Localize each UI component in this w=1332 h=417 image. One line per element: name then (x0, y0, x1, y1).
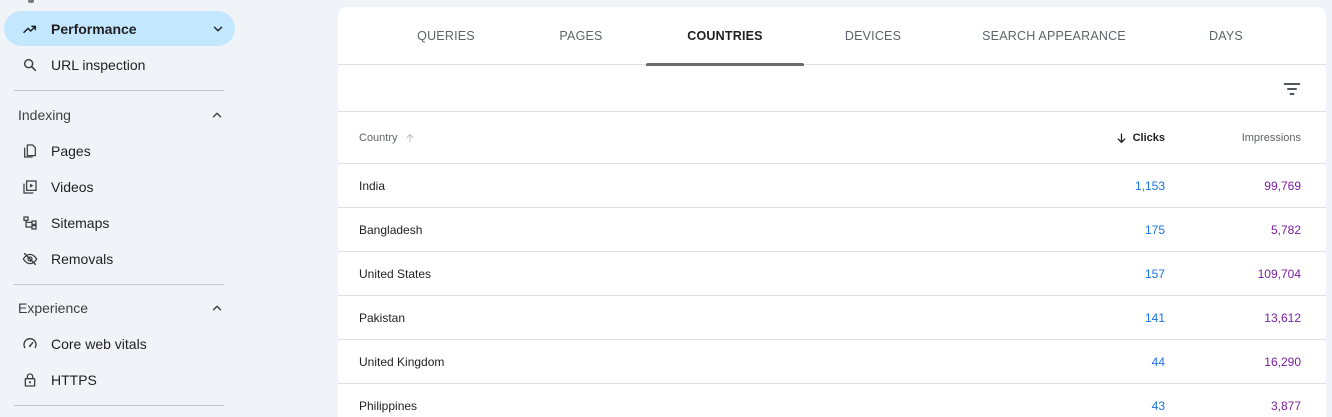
sidebar-item-removals[interactable]: Removals (4, 241, 235, 276)
table-row[interactable]: India 1,153 99,769 (338, 164, 1326, 208)
arrow-down-icon (1117, 133, 1125, 143)
tab-devices[interactable]: DEVICES (823, 7, 923, 65)
tab-queries[interactable]: QUERIES (396, 7, 496, 65)
section-title: Indexing (18, 107, 71, 123)
tab-search-appearance[interactable]: SEARCH APPEARANCE (969, 7, 1139, 65)
column-header-impressions[interactable]: Impressions (1242, 112, 1301, 164)
eye-off-icon (21, 250, 39, 268)
sidebar-item-label: HTTPS (51, 371, 97, 388)
table-toolbar (338, 65, 1326, 112)
cell-country: Bangladesh (359, 223, 423, 237)
scrolled-item-remnant (28, 0, 34, 3)
cell-clicks: 157 (1144, 267, 1165, 281)
filter-rows-button[interactable] (1280, 77, 1304, 101)
section-toggle-experience[interactable]: Experience (18, 296, 226, 320)
search-icon (21, 56, 39, 74)
performance-report-card: QUERIES PAGES COUNTRIES DEVICES SEARCH A… (338, 7, 1326, 417)
sidebar-item-label: Pages (51, 142, 91, 159)
sidebar: Performance URL inspection Indexing Page… (0, 0, 240, 417)
trending-up-icon (21, 20, 39, 38)
cell-clicks: 1,153 (1134, 179, 1165, 193)
sidebar-divider (14, 90, 224, 91)
table-row[interactable]: Philippines 43 3,877 (338, 384, 1326, 417)
table-row[interactable]: United States 157 109,704 (338, 252, 1326, 296)
lock-icon (21, 371, 39, 389)
column-header-country[interactable]: Country (359, 112, 416, 164)
table-row[interactable]: United Kingdom 44 16,290 (338, 340, 1326, 384)
sidebar-item-https[interactable]: HTTPS (4, 362, 235, 397)
cell-clicks: 141 (1144, 311, 1165, 325)
cell-country: United Kingdom (359, 355, 445, 369)
cell-clicks: 175 (1144, 223, 1165, 237)
sidebar-item-videos[interactable]: Videos (4, 169, 235, 204)
sitemap-icon (21, 214, 39, 232)
chevron-up-icon (212, 305, 222, 311)
video-icon (21, 178, 39, 196)
cell-impressions: 99,769 (1264, 179, 1301, 193)
cell-impressions: 16,290 (1264, 355, 1301, 369)
cell-impressions: 13,612 (1264, 311, 1301, 325)
section-toggle-indexing[interactable]: Indexing (18, 103, 226, 127)
chevron-up-icon (212, 112, 222, 118)
sidebar-item-core-web-vitals[interactable]: Core web vitals (4, 326, 235, 361)
cell-impressions: 109,704 (1257, 267, 1301, 281)
sidebar-item-label: Sitemaps (51, 214, 110, 231)
section-title: Experience (18, 300, 89, 316)
cell-country: India (359, 179, 386, 193)
chevron-down-icon[interactable] (211, 22, 225, 36)
cell-impressions: 5,782 (1270, 223, 1301, 237)
report-tabs: QUERIES PAGES COUNTRIES DEVICES SEARCH A… (338, 7, 1326, 66)
cell-country: Philippines (359, 399, 418, 413)
sidebar-item-sitemaps[interactable]: Sitemaps (4, 205, 235, 240)
tab-countries[interactable]: COUNTRIES (646, 7, 804, 66)
sidebar-divider (14, 284, 224, 285)
sidebar-item-performance[interactable]: Performance (4, 11, 235, 46)
sidebar-item-label: Removals (51, 250, 114, 267)
tab-days[interactable]: DAYS (1176, 7, 1276, 65)
table-row[interactable]: Bangladesh 175 5,782 (338, 208, 1326, 252)
sidebar-item-label: Performance (51, 20, 137, 37)
column-header-clicks[interactable]: Clicks (1115, 112, 1165, 164)
sidebar-item-label: URL inspection (51, 56, 146, 73)
cell-country: United States (359, 267, 432, 281)
cell-clicks: 44 (1151, 355, 1165, 369)
table-row[interactable]: Pakistan 141 13,612 (338, 296, 1326, 340)
sidebar-item-label: Videos (51, 178, 94, 195)
sidebar-item-pages[interactable]: Pages (4, 133, 235, 168)
sidebar-item-label: Core web vitals (51, 335, 147, 352)
tab-pages[interactable]: PAGES (531, 7, 631, 65)
arrow-up-icon (406, 134, 414, 143)
pages-icon (21, 142, 39, 160)
speed-gauge-icon (21, 335, 39, 353)
cell-impressions: 3,877 (1270, 399, 1301, 413)
column-label: Country (359, 132, 398, 144)
sidebar-divider (14, 405, 224, 406)
table-header: Country Clicks Impressions (338, 112, 1326, 164)
cell-country: Pakistan (359, 311, 406, 325)
column-label: Impressions (1241, 132, 1301, 144)
cell-clicks: 43 (1151, 399, 1165, 413)
filter-list-icon (1283, 83, 1301, 95)
column-label: Clicks (1132, 132, 1165, 144)
sidebar-item-url-inspection[interactable]: URL inspection (4, 47, 235, 82)
